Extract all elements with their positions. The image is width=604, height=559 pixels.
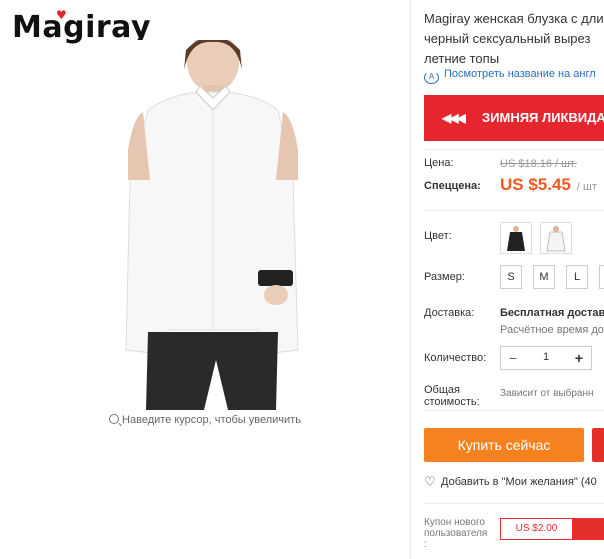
divider xyxy=(424,410,604,411)
add-to-wishlist-link[interactable]: ♡ Добавить в "Мои желания" (40 xyxy=(424,474,597,490)
price-label: Цена: xyxy=(424,157,454,169)
translate-icon: A xyxy=(424,71,439,84)
size-option-s[interactable]: S xyxy=(500,265,522,289)
shipping-estimate: Расчётное время до xyxy=(500,324,604,336)
add-to-cart-button[interactable] xyxy=(592,428,604,462)
divider xyxy=(424,503,604,504)
coupon-value: US $2.00 xyxy=(500,518,573,540)
color-swatch-white[interactable] xyxy=(540,222,572,254)
color-swatch-black[interactable] xyxy=(500,222,532,254)
old-price: US $18.16 / шт. xyxy=(500,158,577,170)
size-option-m[interactable]: M xyxy=(533,265,555,289)
translate-title-link[interactable]: A Посмотреть название на англ xyxy=(424,68,596,84)
zoom-hint: Наведите курсор, чтобы увеличить xyxy=(0,414,410,426)
coupon-label: Купон нового пользователя : xyxy=(424,517,488,550)
buy-now-button[interactable]: Купить сейчас xyxy=(424,428,584,462)
color-label: Цвет: xyxy=(424,230,452,242)
size-label: Размер: xyxy=(424,271,465,283)
total-label: Общая стоимость: xyxy=(424,384,480,408)
size-option-more[interactable] xyxy=(599,265,604,289)
image-gallery: Magiray ♥ Наведите курсор, чтобы увеличит… xyxy=(0,0,410,559)
quantity-label: Количество: xyxy=(424,352,487,364)
sale-price-label: Спеццена: xyxy=(424,180,481,192)
total-value: Зависит от выбранн xyxy=(500,388,594,399)
quantity-input[interactable]: 1 xyxy=(531,351,561,363)
sale-price: US $5.45/ шт xyxy=(500,175,597,194)
divider xyxy=(424,149,604,150)
divider xyxy=(424,210,604,211)
product-photo[interactable] xyxy=(108,40,318,410)
quantity-stepper: − 1 + xyxy=(500,346,592,370)
shipping-label: Доставка: xyxy=(424,307,475,319)
arrows-icon: ◀◀◀ xyxy=(442,111,466,125)
quantity-increase-button[interactable]: + xyxy=(570,349,588,367)
heart-icon: ♡ xyxy=(424,474,436,489)
magnifier-icon xyxy=(109,414,120,424)
sale-banner[interactable]: ◀◀◀ ЗИМНЯЯ ЛИКВИДА xyxy=(424,95,604,141)
quantity-decrease-button[interactable]: − xyxy=(504,349,522,367)
product-info: Magiray женская блузка с длин черный сек… xyxy=(411,0,604,559)
get-coupon-button[interactable] xyxy=(572,518,604,540)
product-title: Magiray женская блузка с длин черный сек… xyxy=(424,11,604,66)
size-option-l[interactable]: L xyxy=(566,265,588,289)
shipping-free: Бесплатная доставк xyxy=(500,307,604,319)
